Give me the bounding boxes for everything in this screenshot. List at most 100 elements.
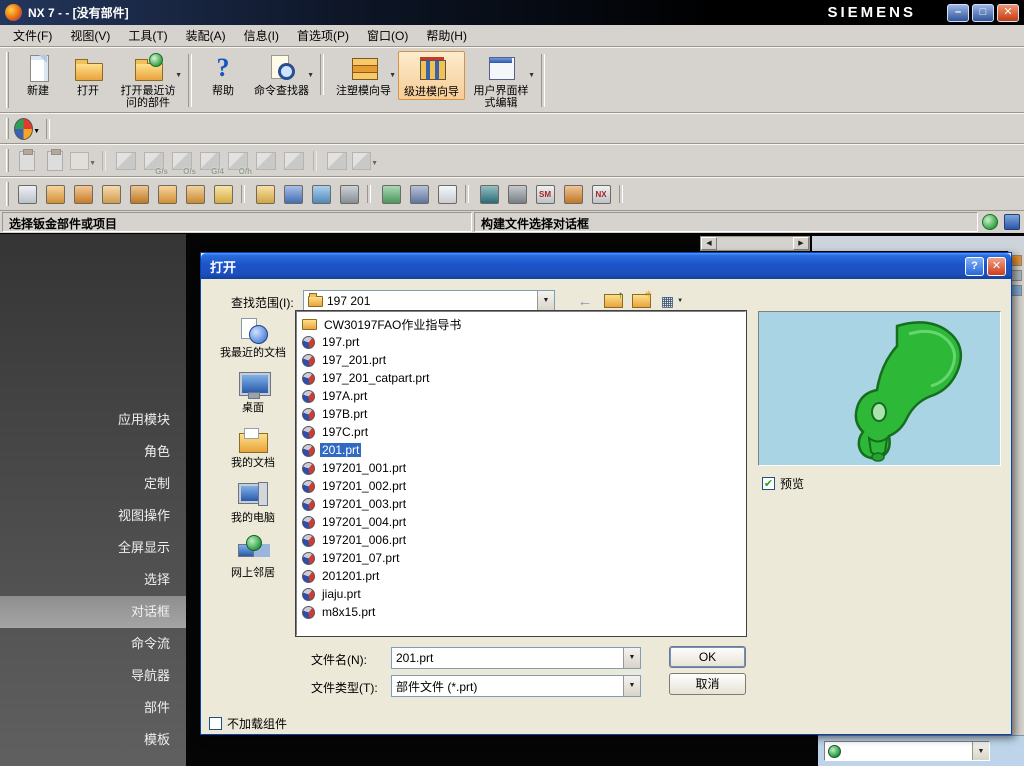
file-row[interactable]: 201.prt <box>299 441 743 459</box>
sidebar-item[interactable]: 视图操作 <box>0 500 186 532</box>
resource-bar-icon[interactable] <box>1011 285 1022 296</box>
file-row[interactable]: 197_201_catpart.prt <box>299 369 743 387</box>
menu-item[interactable]: 装配(A) <box>177 25 235 46</box>
sidebar-item[interactable]: 导航器 <box>0 660 186 692</box>
file-row[interactable]: 197A.prt <box>299 387 743 405</box>
resource-bar-icon[interactable] <box>1011 255 1022 266</box>
assembly-tool-button[interactable]: G/4 <box>197 148 224 176</box>
file-row[interactable]: 201201.prt <box>299 567 743 585</box>
die-tool-button[interactable] <box>253 182 277 206</box>
horizontal-scrollbar[interactable] <box>700 236 810 251</box>
open-dialog-titlebar[interactable]: 打开 <box>201 253 1011 279</box>
dropdown-arrow-icon[interactable] <box>307 66 314 80</box>
toolbar-button[interactable]: 用户界面样式编辑 <box>467 51 545 110</box>
toolbar-button[interactable]: 注塑模向导 <box>331 51 396 98</box>
scroll-left-button[interactable] <box>701 237 717 250</box>
combo-dropdown-button[interactable] <box>972 742 989 760</box>
die-tool-button[interactable] <box>155 182 179 206</box>
toolbar-button[interactable]: 级进模向导 <box>398 50 465 100</box>
file-row[interactable]: 197B.prt <box>299 405 743 423</box>
menu-item[interactable]: 文件(F) <box>4 25 61 46</box>
background-material-combobox[interactable] <box>824 741 990 761</box>
file-row[interactable]: jiaju.prt <box>299 585 743 603</box>
die-tool-button[interactable] <box>505 182 529 206</box>
file-name-combobox[interactable]: 201.prt <box>391 647 641 669</box>
toolbar-grip[interactable] <box>6 118 9 139</box>
die-tool-button[interactable] <box>407 182 431 206</box>
no-load-components-checkbox[interactable] <box>209 717 222 730</box>
assembly-tool-button[interactable]: O/s <box>169 148 196 176</box>
file-row[interactable]: 197201_003.prt <box>299 495 743 513</box>
places-bar-item[interactable]: 网上邻居 <box>213 535 293 590</box>
die-tool-button[interactable] <box>15 182 39 206</box>
back-icon[interactable] <box>573 290 597 312</box>
dropdown-arrow-icon[interactable] <box>175 66 182 80</box>
dropdown-arrow-icon[interactable] <box>89 154 96 168</box>
combo-dropdown-button[interactable] <box>623 676 640 696</box>
assembly-tool-button[interactable] <box>253 148 279 174</box>
die-tool-button[interactable] <box>309 182 333 206</box>
file-row[interactable]: 197.prt <box>299 333 743 351</box>
sidebar-item[interactable]: 部件 <box>0 692 186 724</box>
file-row[interactable]: 197201_006.prt <box>299 531 743 549</box>
assembly-tool-button[interactable] <box>281 148 317 174</box>
toolbar-button[interactable]: 打开最近访问的部件 <box>114 51 192 110</box>
file-row[interactable]: 197_201.prt <box>299 351 743 369</box>
maximize-button[interactable] <box>972 3 994 22</box>
file-row[interactable]: m8x15.prt <box>299 603 743 621</box>
toolbar-button[interactable]: 命令查找器 <box>249 51 324 98</box>
die-tool-button[interactable] <box>561 182 585 206</box>
preview-checkbox[interactable] <box>762 477 775 490</box>
up-one-level-icon[interactable] <box>601 290 625 312</box>
menu-item[interactable]: 首选项(P) <box>288 25 358 46</box>
die-tool-button[interactable] <box>99 182 123 206</box>
die-tool-button[interactable] <box>43 182 67 206</box>
toolbar-button[interactable]: 帮助 <box>199 51 247 98</box>
dropdown-arrow-icon[interactable] <box>33 122 40 136</box>
assembly-tool-button[interactable]: O/h <box>225 148 252 176</box>
places-bar-item[interactable]: 我最近的文档 <box>213 315 293 370</box>
assembly-tool-button[interactable] <box>113 148 139 174</box>
die-tool-button[interactable]: NX <box>589 182 623 206</box>
file-row[interactable]: 197C.prt <box>299 423 743 441</box>
toolbar-button[interactable]: 打开 <box>64 51 112 98</box>
sidebar-item[interactable]: 命令流 <box>0 628 186 660</box>
new-folder-icon[interactable] <box>629 289 653 312</box>
toolbar-button[interactable]: 新建 <box>14 51 62 98</box>
assembly-tool-button[interactable]: G/s <box>141 148 168 176</box>
places-bar-item[interactable]: 我的文档 <box>213 425 293 480</box>
close-button[interactable] <box>997 3 1019 22</box>
combo-dropdown-button[interactable] <box>623 648 640 668</box>
sidebar-item[interactable]: 全屏显示 <box>0 532 186 564</box>
assembly-tool-button[interactable] <box>70 148 106 174</box>
dropdown-arrow-icon[interactable] <box>528 66 535 80</box>
status-sphere-icon[interactable] <box>982 214 998 230</box>
menu-item[interactable]: 窗口(O) <box>358 25 417 46</box>
file-row[interactable]: CW30197FAO作业指导书 <box>299 315 743 333</box>
file-list[interactable]: CW30197FAO作业指导书 197.prt 197_201.prt 197_… <box>295 310 747 637</box>
assembly-tool-button[interactable] <box>352 148 378 174</box>
file-row[interactable]: 197201_004.prt <box>299 513 743 531</box>
menu-item[interactable]: 工具(T) <box>119 25 176 46</box>
die-tool-button[interactable] <box>435 182 469 206</box>
status-window-icon[interactable] <box>1004 214 1020 230</box>
assembly-tool-button[interactable] <box>324 148 350 174</box>
minimize-button[interactable] <box>947 3 969 22</box>
assembly-tool-button[interactable] <box>14 148 40 174</box>
die-tool-button[interactable] <box>281 182 305 206</box>
menu-item[interactable]: 信息(I) <box>235 25 288 46</box>
die-tool-button[interactable] <box>337 182 371 206</box>
view-menu-icon[interactable] <box>657 290 687 312</box>
dialog-help-button[interactable] <box>965 256 984 276</box>
sidebar-item[interactable]: 对话框 <box>0 596 186 628</box>
places-bar-item[interactable]: 桌面 <box>213 370 293 425</box>
roles-button[interactable] <box>14 116 50 142</box>
dialog-close-button[interactable] <box>987 256 1006 276</box>
scroll-right-button[interactable] <box>793 237 809 250</box>
file-row[interactable]: 197201_07.prt <box>299 549 743 567</box>
sidebar-item[interactable]: 选择 <box>0 564 186 596</box>
sidebar-item[interactable]: 模板 <box>0 724 186 756</box>
file-row[interactable]: 197201_002.prt <box>299 477 743 495</box>
die-tool-button[interactable] <box>211 182 245 206</box>
die-tool-button[interactable] <box>127 182 151 206</box>
